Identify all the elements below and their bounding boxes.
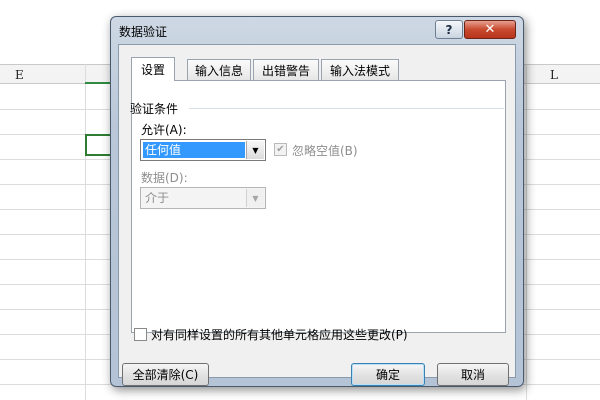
tab-label: 输入信息	[194, 63, 243, 78]
data-select-value: 介于	[145, 191, 170, 205]
dialog-title: 数据验证	[119, 25, 168, 39]
tab-settings[interactable]: 设置	[131, 57, 175, 81]
tab-error-alert[interactable]: 出错警告	[253, 59, 319, 80]
column-header-e[interactable]: E	[15, 68, 24, 82]
checkmark-icon: ✔	[276, 143, 285, 155]
close-icon: ✕	[484, 22, 496, 37]
validation-criteria-title: 验证条件	[130, 102, 179, 116]
clear-all-button[interactable]: 全部清除(C)	[122, 363, 209, 386]
clear-all-button-label: 全部清除(C)	[132, 368, 199, 382]
column-header-l[interactable]: L	[550, 68, 558, 82]
tab-label: 出错警告	[261, 63, 310, 78]
ok-button-label: 确定	[375, 368, 400, 382]
tab-ime-mode[interactable]: 输入法模式	[321, 59, 399, 80]
grid-line	[85, 64, 86, 400]
apply-all-checkbox[interactable]	[134, 328, 147, 341]
grid-line	[526, 64, 527, 400]
ignore-blank-label: 忽略空值(B)	[292, 144, 358, 158]
help-icon: ?	[445, 22, 453, 37]
cancel-button[interactable]: 取消	[437, 363, 509, 386]
dialog-body: 设置 输入信息 出错警告 输入法模式 验证条件 允许(A): 任何值 ▼ ✔ 忽…	[118, 44, 516, 386]
help-button[interactable]: ?	[435, 20, 463, 39]
data-select[interactable]: 介于 ▼	[140, 187, 266, 209]
apply-all-label: 对有同样设置的所有其他单元格应用这些更改(P)	[151, 328, 408, 342]
tab-label: 设置	[140, 63, 165, 77]
allow-select[interactable]: 任何值 ▼	[140, 139, 266, 161]
ignore-blank-checkbox[interactable]: ✔	[274, 143, 287, 156]
chevron-down-icon[interactable]: ▼	[246, 141, 264, 159]
ok-button[interactable]: 确定	[351, 363, 425, 386]
tab-input-message[interactable]: 输入信息	[187, 59, 251, 80]
allow-select-value: 任何值	[143, 142, 245, 158]
allow-label: 允许(A):	[141, 123, 187, 137]
chevron-down-icon[interactable]: ▼	[246, 189, 264, 207]
group-separator	[189, 108, 504, 109]
active-cell[interactable]	[85, 134, 110, 156]
data-label: 数据(D):	[141, 171, 188, 185]
active-column-marker	[85, 82, 110, 84]
data-validation-dialog: 数据验证 ? ✕ 设置 输入信息 出错警告 输入法模式 验证条件 允许(A): …	[110, 16, 524, 387]
close-button[interactable]: ✕	[464, 20, 516, 39]
tab-label: 输入法模式	[329, 63, 390, 78]
cancel-button-label: 取消	[460, 368, 485, 382]
